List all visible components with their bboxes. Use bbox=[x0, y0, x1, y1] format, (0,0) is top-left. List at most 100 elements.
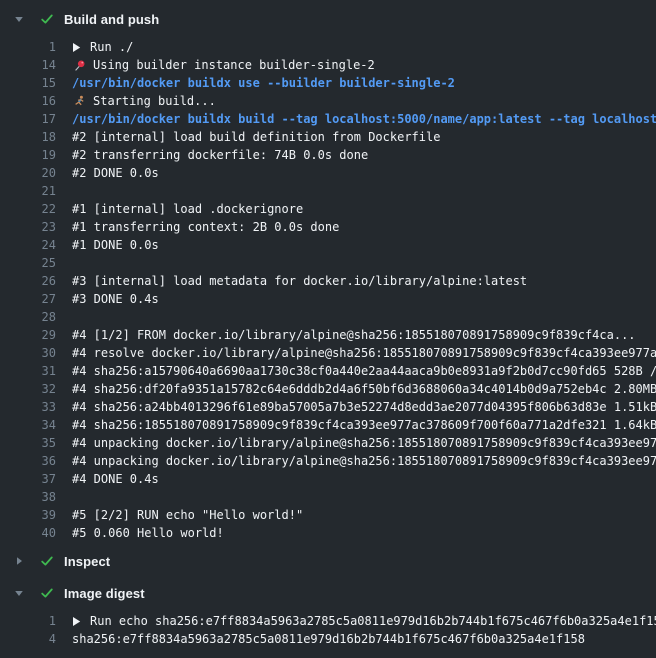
line-number[interactable]: 14 bbox=[0, 56, 56, 74]
line-number[interactable]: 32 bbox=[0, 380, 56, 398]
log-line: 33#4 sha256:a24bb4013296f61e89ba57005a7b… bbox=[0, 398, 656, 416]
line-number[interactable]: 38 bbox=[0, 488, 56, 506]
line-number[interactable]: 39 bbox=[0, 506, 56, 524]
group-toggle-line[interactable]: Run echo sha256:e7ff8834a5963a2785c5a081… bbox=[72, 612, 656, 630]
line-number[interactable]: 18 bbox=[0, 128, 56, 146]
log-line-content: #4 unpacking docker.io/library/alpine@sh… bbox=[72, 434, 656, 452]
log-text: #4 sha256:185518070891758909c9f839cf4ca3… bbox=[72, 416, 656, 434]
log-text: #4 sha256:df20fa9351a15782c64e6dddb2d4a6… bbox=[72, 380, 656, 398]
log-line-content: #4 resolve docker.io/library/alpine@sha2… bbox=[72, 344, 656, 362]
log-line: 22 #1 [internal] load .dockerignore bbox=[0, 200, 656, 218]
line-number[interactable]: 26 bbox=[0, 272, 56, 290]
line-number[interactable]: 29 bbox=[0, 326, 56, 344]
log-line: 28 bbox=[0, 308, 656, 326]
line-number[interactable]: 19 bbox=[0, 146, 56, 164]
log-text: sha256:e7ff8834a5963a2785c5a0811e979d16b… bbox=[72, 630, 585, 648]
step-header-build-and-push[interactable]: Build and push bbox=[0, 6, 656, 32]
log-line-content: Starting build... bbox=[72, 92, 656, 110]
line-number[interactable]: 24 bbox=[0, 236, 56, 254]
step-section-build-and-push: Build and push 1 Run ./ 14 Using builder ins… bbox=[0, 6, 656, 542]
log-line-content: #3 [internal] load metadata for docker.i… bbox=[72, 272, 656, 290]
log-line: 1 Run echo sha256:e7ff8834a5963a2785c5a08… bbox=[0, 612, 656, 630]
step-title: Inspect bbox=[64, 554, 110, 569]
line-number[interactable]: 21 bbox=[0, 182, 56, 200]
log-text: #1 transferring context: 2B 0.0s done bbox=[72, 218, 339, 236]
log-text: #4 unpacking docker.io/library/alpine@sh… bbox=[72, 452, 656, 470]
log-line-content: sha256:e7ff8834a5963a2785c5a0811e979d16b… bbox=[72, 630, 656, 648]
line-number[interactable]: 17 bbox=[0, 110, 56, 128]
line-number[interactable]: 37 bbox=[0, 470, 56, 488]
chevron-right-icon[interactable] bbox=[14, 556, 24, 566]
line-number[interactable]: 31 bbox=[0, 362, 56, 380]
log-text: #4 [1/2] FROM docker.io/library/alpine@s… bbox=[72, 326, 636, 344]
log-text: #4 sha256:a15790640a6690aa1730c38cf0a440… bbox=[72, 362, 656, 380]
runner-icon bbox=[72, 94, 86, 108]
log-text: #4 DONE 0.4s bbox=[72, 470, 159, 488]
log-line-content: #4 sha256:a15790640a6690aa1730c38cf0a440… bbox=[72, 362, 656, 380]
log-line: 26 #3 [internal] load metadata for docker… bbox=[0, 272, 656, 290]
log-text: #1 DONE 0.0s bbox=[72, 236, 159, 254]
log-line-content: /usr/bin/docker buildx use --builder bui… bbox=[72, 74, 656, 92]
line-number[interactable]: 35 bbox=[0, 434, 56, 452]
line-number[interactable]: 20 bbox=[0, 164, 56, 182]
log-line: 19 #2 transferring dockerfile: 74B 0.0s d… bbox=[0, 146, 656, 164]
log-text: Using builder instance builder-single-2 bbox=[93, 56, 375, 74]
log-line-content: #4 DONE 0.4s bbox=[72, 470, 656, 488]
log-line: 4 sha256:e7ff8834a5963a2785c5a0811e979d16… bbox=[0, 630, 656, 648]
line-number[interactable]: 4 bbox=[0, 630, 56, 648]
log-line-content: Using builder instance builder-single-2 bbox=[72, 56, 656, 74]
play-icon[interactable] bbox=[72, 616, 81, 627]
log-line-content bbox=[72, 308, 656, 326]
log-line-content: #4 [1/2] FROM docker.io/library/alpine@s… bbox=[72, 326, 656, 344]
log-line-content: #3 DONE 0.4s bbox=[72, 290, 656, 308]
line-number[interactable]: 30 bbox=[0, 344, 56, 362]
line-number[interactable]: 1 bbox=[0, 612, 56, 630]
line-number[interactable]: 25 bbox=[0, 254, 56, 272]
log-line: 17/usr/bin/docker buildx build --tag loc… bbox=[0, 110, 656, 128]
log-line: 1 Run ./ bbox=[0, 38, 656, 56]
log-line: 14 Using builder instance builder-single-… bbox=[0, 56, 656, 74]
log-line: 16 Starting build... bbox=[0, 92, 656, 110]
log-text: #4 resolve docker.io/library/alpine@sha2… bbox=[72, 344, 656, 362]
log-text: /usr/bin/docker buildx use --builder bui… bbox=[72, 74, 455, 92]
line-number[interactable]: 23 bbox=[0, 218, 56, 236]
log-line: 20#2 DONE 0.0s bbox=[0, 164, 656, 182]
step-header-image-digest[interactable]: Image digest bbox=[0, 580, 656, 606]
step-log-image-digest: 1 Run echo sha256:e7ff8834a5963a2785c5a08… bbox=[0, 612, 656, 648]
log-text: #2 [internal] load build definition from… bbox=[72, 128, 440, 146]
log-line: 25 bbox=[0, 254, 656, 272]
line-number[interactable]: 34 bbox=[0, 416, 56, 434]
line-number[interactable]: 33 bbox=[0, 398, 56, 416]
line-number[interactable]: 40 bbox=[0, 524, 56, 542]
check-icon bbox=[39, 585, 55, 601]
log-line: 21 bbox=[0, 182, 656, 200]
step-section-inspect: Inspect bbox=[0, 548, 656, 574]
log-line: 38 bbox=[0, 488, 656, 506]
log-line: 35 #4 unpacking docker.io/library/alpine@… bbox=[0, 434, 656, 452]
log-line: 29 #4 [1/2] FROM docker.io/library/alpine… bbox=[0, 326, 656, 344]
log-text: #2 transferring dockerfile: 74B 0.0s don… bbox=[72, 146, 368, 164]
log-text: #1 [internal] load .dockerignore bbox=[72, 200, 303, 218]
chevron-down-icon[interactable] bbox=[14, 14, 24, 24]
line-number[interactable]: 36 bbox=[0, 452, 56, 470]
step-title: Image digest bbox=[64, 586, 145, 601]
log-line-content bbox=[72, 254, 656, 272]
line-number[interactable]: 27 bbox=[0, 290, 56, 308]
log-text: #5 0.060 Hello world! bbox=[72, 524, 224, 542]
group-toggle-line[interactable]: Run ./ bbox=[72, 38, 656, 56]
play-icon[interactable] bbox=[72, 42, 81, 53]
step-header-inspect[interactable]: Inspect bbox=[0, 548, 656, 574]
line-number[interactable]: 28 bbox=[0, 308, 56, 326]
line-number[interactable]: 16 bbox=[0, 92, 56, 110]
line-number[interactable]: 15 bbox=[0, 74, 56, 92]
chevron-down-icon[interactable] bbox=[14, 588, 24, 598]
log-line-content bbox=[72, 488, 656, 506]
log-line-content: #1 DONE 0.0s bbox=[72, 236, 656, 254]
log-line: 27 #3 DONE 0.4s bbox=[0, 290, 656, 308]
log-line-content: #4 sha256:df20fa9351a15782c64e6dddb2d4a6… bbox=[72, 380, 656, 398]
line-number[interactable]: 22 bbox=[0, 200, 56, 218]
log-line-content: #2 [internal] load build definition from… bbox=[72, 128, 656, 146]
log-line-content bbox=[72, 182, 656, 200]
log-line-content: #1 [internal] load .dockerignore bbox=[72, 200, 656, 218]
line-number[interactable]: 1 bbox=[0, 38, 56, 56]
